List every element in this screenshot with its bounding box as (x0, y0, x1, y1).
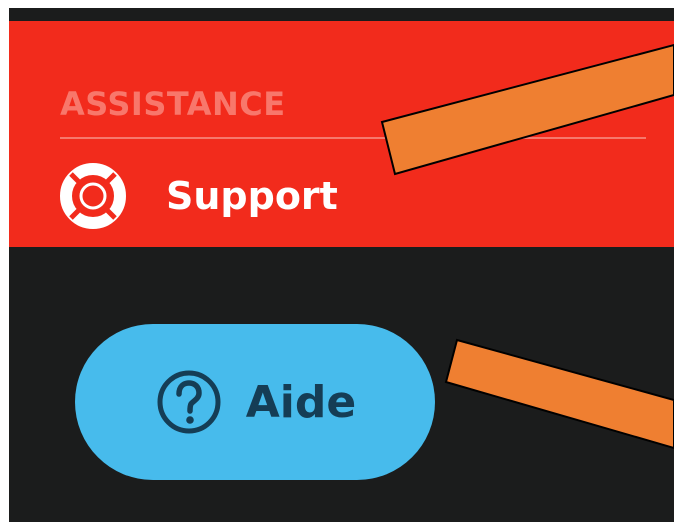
support-menu-item[interactable]: Support (60, 161, 390, 231)
section-divider (60, 137, 646, 139)
support-label: Support (166, 174, 338, 218)
app-frame: ASSISTANCE Support Aide (9, 8, 674, 522)
question-circle-icon (157, 370, 221, 434)
section-title: ASSISTANCE (60, 85, 286, 123)
help-label: Aide (245, 376, 357, 428)
assistance-section: ASSISTANCE Support (9, 21, 674, 247)
lifebuoy-icon (60, 163, 126, 229)
help-button[interactable]: Aide (75, 324, 435, 480)
